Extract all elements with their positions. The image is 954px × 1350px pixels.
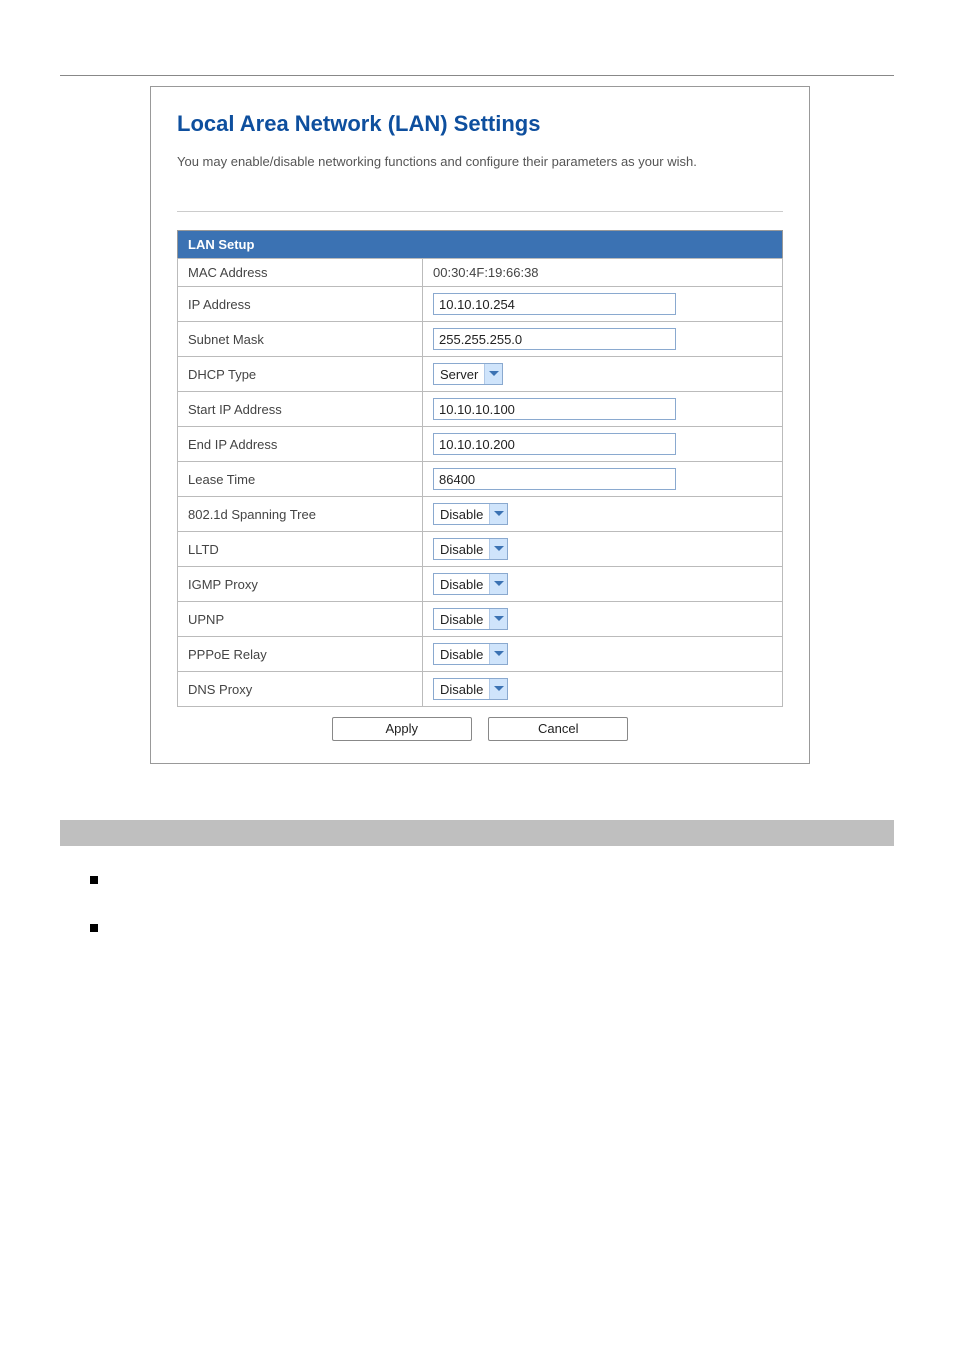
subnet-mask-input[interactable] [433, 328, 676, 350]
start-ip-input[interactable] [433, 398, 676, 420]
pppoe-relay-value: Disable [434, 644, 489, 664]
dhcp-type-value: Server [434, 364, 484, 384]
label-end-ip: End IP Address [178, 427, 423, 462]
row-upnp: UPNP Disable [178, 602, 783, 637]
label-pppoe-relay: PPPoE Relay [178, 637, 423, 672]
row-pppoe-relay: PPPoE Relay Disable [178, 637, 783, 672]
upnp-value: Disable [434, 609, 489, 629]
top-divider [60, 75, 894, 76]
lan-setup-table: LAN Setup MAC Address 00:30:4F:19:66:38 … [177, 230, 783, 707]
cancel-button[interactable]: Cancel [488, 717, 628, 741]
section-header: LAN Setup [178, 231, 783, 259]
chevron-down-icon [489, 644, 507, 664]
value-mac-address: 00:30:4F:19:66:38 [423, 259, 783, 287]
chevron-down-icon [489, 539, 507, 559]
pppoe-relay-select[interactable]: Disable [433, 643, 508, 665]
igmp-proxy-select[interactable]: Disable [433, 573, 508, 595]
spanning-tree-value: Disable [434, 504, 489, 524]
page-description: You may enable/disable networking functi… [177, 153, 783, 171]
bullet-icon [90, 924, 98, 932]
label-dhcp-type: DHCP Type [178, 357, 423, 392]
row-ip-address: IP Address [178, 287, 783, 322]
page-title: Local Area Network (LAN) Settings [177, 111, 783, 137]
upnp-select[interactable]: Disable [433, 608, 508, 630]
chevron-down-icon [489, 504, 507, 524]
apply-button[interactable]: Apply [332, 717, 472, 741]
igmp-proxy-value: Disable [434, 574, 489, 594]
label-upnp: UPNP [178, 602, 423, 637]
row-start-ip: Start IP Address [178, 392, 783, 427]
label-start-ip: Start IP Address [178, 392, 423, 427]
row-dhcp-type: DHCP Type Server [178, 357, 783, 392]
chevron-down-icon [489, 609, 507, 629]
label-igmp-proxy: IGMP Proxy [178, 567, 423, 602]
label-lease-time: Lease Time [178, 462, 423, 497]
label-dns-proxy: DNS Proxy [178, 672, 423, 707]
label-spanning-tree: 802.1d Spanning Tree [178, 497, 423, 532]
row-spanning-tree: 802.1d Spanning Tree Disable [178, 497, 783, 532]
lease-time-input[interactable] [433, 468, 676, 490]
row-lltd: LLTD Disable [178, 532, 783, 567]
chevron-down-icon [489, 679, 507, 699]
chevron-down-icon [489, 574, 507, 594]
spanning-tree-select[interactable]: Disable [433, 503, 508, 525]
dhcp-type-select[interactable]: Server [433, 363, 503, 385]
label-ip-address: IP Address [178, 287, 423, 322]
row-subnet-mask: Subnet Mask [178, 322, 783, 357]
label-mac-address: MAC Address [178, 259, 423, 287]
section-divider [177, 211, 783, 212]
ip-address-input[interactable] [433, 293, 676, 315]
gray-bar [60, 820, 894, 846]
end-ip-input[interactable] [433, 433, 676, 455]
lan-settings-panel: Local Area Network (LAN) Settings You ma… [150, 86, 810, 764]
row-lease-time: Lease Time [178, 462, 783, 497]
row-mac-address: MAC Address 00:30:4F:19:66:38 [178, 259, 783, 287]
dns-proxy-select[interactable]: Disable [433, 678, 508, 700]
row-dns-proxy: DNS Proxy Disable [178, 672, 783, 707]
row-end-ip: End IP Address [178, 427, 783, 462]
button-row: Apply Cancel [177, 707, 783, 741]
lltd-value: Disable [434, 539, 489, 559]
lltd-select[interactable]: Disable [433, 538, 508, 560]
bullet-list [90, 876, 894, 932]
chevron-down-icon [484, 364, 502, 384]
row-igmp-proxy: IGMP Proxy Disable [178, 567, 783, 602]
dns-proxy-value: Disable [434, 679, 489, 699]
label-lltd: LLTD [178, 532, 423, 567]
bullet-icon [90, 876, 98, 884]
label-subnet-mask: Subnet Mask [178, 322, 423, 357]
